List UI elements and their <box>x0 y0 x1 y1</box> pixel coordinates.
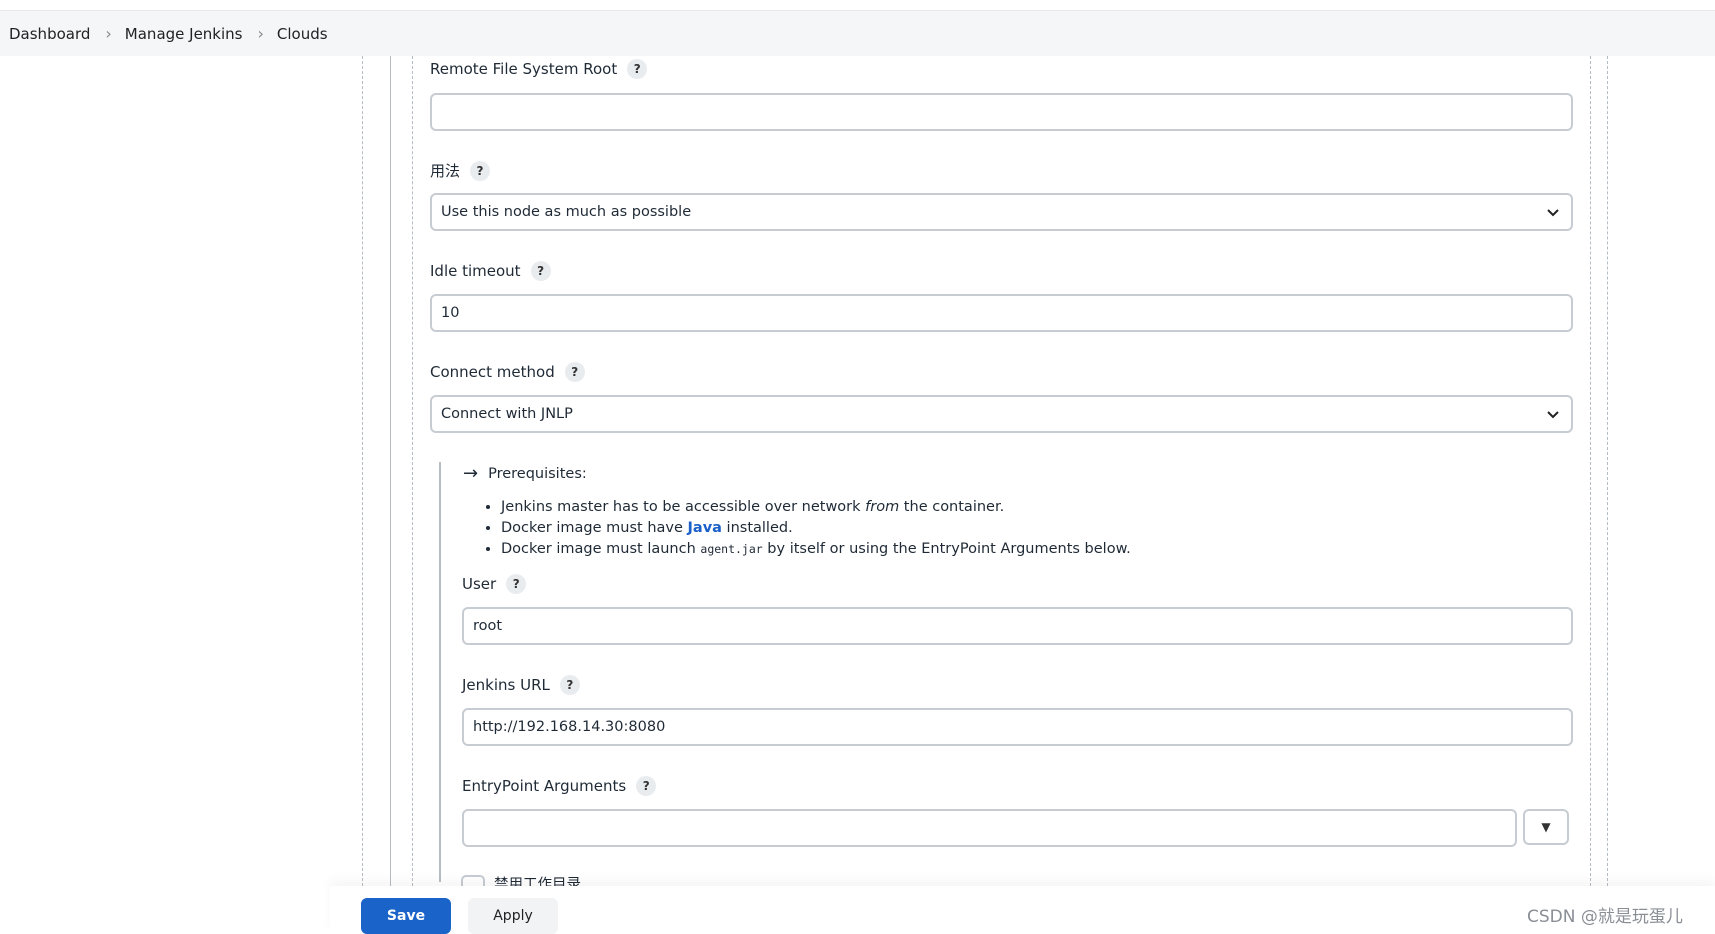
expand-textarea-button[interactable]: ▼ <box>1523 809 1569 845</box>
help-icon[interactable]: ? <box>470 160 491 181</box>
section-guide <box>1607 56 1608 886</box>
label-text: 用法 <box>430 162 461 180</box>
breadcrumb: Dashboard › Manage Jenkins › Clouds <box>0 11 1715 56</box>
caret-down-icon: ▼ <box>1541 820 1551 834</box>
arrow-right-icon: → <box>463 463 479 484</box>
idle-timeout-input[interactable]: 10 <box>430 294 1573 332</box>
connect-method-select[interactable]: Connect with JNLP <box>430 395 1573 433</box>
text: Jenkins master has to be accessible over… <box>501 499 866 515</box>
disable-workdir-label: 禁用工作目录 <box>494 877 581 887</box>
apply-button[interactable]: Apply <box>468 898 558 934</box>
help-icon[interactable]: ? <box>636 776 657 796</box>
help-icon[interactable]: ? <box>627 59 648 79</box>
usage-label: 用法 ? <box>430 160 491 181</box>
prereq-title: Prerequisites: <box>488 465 587 482</box>
prerequisites-list: Jenkins master has to be accessible over… <box>483 497 1131 560</box>
section-guide <box>1590 56 1591 886</box>
list-item: Jenkins master has to be accessible over… <box>501 497 1131 518</box>
section-guide <box>390 56 391 886</box>
text: installed. <box>721 520 793 536</box>
text: the container. <box>899 499 1005 515</box>
chevron-down-icon <box>1547 209 1559 217</box>
idle-timeout-label: Idle timeout ? <box>430 261 551 281</box>
help-icon[interactable]: ? <box>506 574 527 594</box>
list-item: Docker image must have Java installed. <box>501 518 1131 539</box>
chevron-right-icon: › <box>257 24 264 43</box>
entrypoint-args-label: EntryPoint Arguments ? <box>462 776 657 796</box>
section-guide <box>362 56 363 886</box>
label-text: User <box>462 575 497 593</box>
list-item: Docker image must launch agent.jar by it… <box>501 539 1131 560</box>
breadcrumb-dashboard[interactable]: Dashboard <box>9 25 90 43</box>
usage-select[interactable]: Use this node as much as possible <box>430 193 1573 231</box>
label-text: Remote File System Root <box>430 60 618 78</box>
select-value: Use this node as much as possible <box>441 204 692 220</box>
connect-method-label: Connect method ? <box>430 362 585 382</box>
jenkins-url-input[interactable]: http://192.168.14.30:8080 <box>462 708 1573 746</box>
jenkins-url-label: Jenkins URL ? <box>462 675 580 695</box>
prerequisites-heading: → Prerequisites: <box>463 463 587 484</box>
entrypoint-args-input[interactable] <box>462 809 1517 847</box>
save-button[interactable]: Save <box>361 898 451 934</box>
code-text: agent.jar <box>700 542 763 556</box>
top-header <box>0 0 1715 11</box>
remote-fs-root-input[interactable] <box>430 93 1573 131</box>
label-text: EntryPoint Arguments <box>462 777 627 795</box>
text: Docker image must launch <box>501 541 701 557</box>
label-text: Idle timeout <box>430 262 521 280</box>
help-icon[interactable]: ? <box>530 261 551 281</box>
label-text: Jenkins URL <box>462 676 550 694</box>
section-guide <box>412 56 413 886</box>
java-link[interactable]: Java <box>688 520 722 536</box>
help-icon[interactable]: ? <box>564 362 585 382</box>
user-label: User ? <box>462 574 527 594</box>
remote-fs-root-label: Remote File System Root ? <box>430 59 648 79</box>
chevron-right-icon: › <box>105 24 112 43</box>
label-text: Connect method <box>430 363 555 381</box>
breadcrumb-clouds[interactable]: Clouds <box>277 25 328 43</box>
chevron-down-icon <box>1547 411 1559 419</box>
watermark: CSDN @就是玩蛋儿 <box>1527 907 1683 927</box>
text: from <box>865 499 900 515</box>
breadcrumb-manage-jenkins[interactable]: Manage Jenkins <box>125 25 243 43</box>
select-value: Connect with JNLP <box>441 406 573 422</box>
text: by itself or using the EntryPoint Argume… <box>762 541 1131 557</box>
text: Docker image must have <box>501 520 688 536</box>
help-icon[interactable]: ? <box>559 675 580 695</box>
user-input[interactable]: root <box>462 607 1573 645</box>
